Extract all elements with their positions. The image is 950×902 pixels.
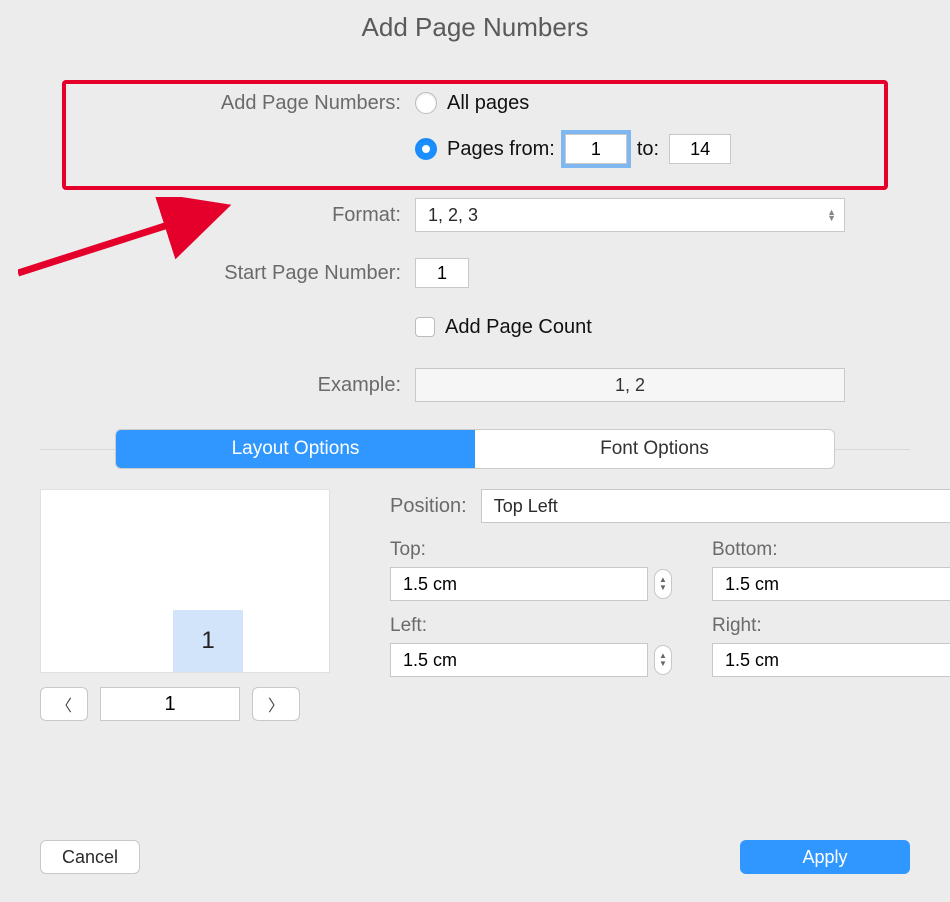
margin-left-input[interactable] xyxy=(390,643,648,677)
margin-top-input[interactable] xyxy=(390,567,648,601)
position-label: Position: xyxy=(390,495,467,518)
format-select[interactable]: 1, 2, 3 ▲▼ xyxy=(415,198,845,232)
position-select[interactable]: Top Left ▲▼ xyxy=(481,489,950,523)
divider xyxy=(835,449,910,450)
position-select-value: Top Left xyxy=(494,496,558,517)
chevron-left-icon: 〈 xyxy=(56,692,72,716)
start-number-label: Start Page Number: xyxy=(40,262,415,285)
pages-from-radio[interactable] xyxy=(415,138,437,160)
prev-page-button[interactable]: 〈 xyxy=(40,687,88,721)
margin-right-label: Right: xyxy=(712,615,950,637)
start-number-input[interactable] xyxy=(415,258,469,288)
margin-bottom-label: Bottom: xyxy=(712,539,950,561)
tab-layout-options[interactable]: Layout Options xyxy=(116,430,475,468)
example-display: 1, 2 xyxy=(415,368,845,402)
tab-font-options[interactable]: Font Options xyxy=(475,430,834,468)
add-page-numbers-label: Add Page Numbers: xyxy=(40,92,415,115)
next-page-button[interactable]: 〉 xyxy=(252,687,300,721)
margin-left-label: Left: xyxy=(390,615,672,637)
pages-from-input[interactable] xyxy=(565,134,627,164)
add-page-count-checkbox[interactable] xyxy=(415,317,435,337)
all-pages-radio-label: All pages xyxy=(447,92,529,115)
margin-bottom-input[interactable] xyxy=(712,567,950,601)
all-pages-radio[interactable] xyxy=(415,92,437,114)
pages-from-radio-label: Pages from: xyxy=(447,138,555,161)
format-label: Format: xyxy=(40,204,415,227)
margin-top-stepper[interactable]: ▲▼ xyxy=(654,569,672,599)
margin-right-input[interactable] xyxy=(712,643,950,677)
page-preview-number: 1 xyxy=(173,610,243,672)
pages-to-input[interactable] xyxy=(669,134,731,164)
margin-left-stepper[interactable]: ▲▼ xyxy=(654,645,672,675)
margin-top-label: Top: xyxy=(390,539,672,561)
example-label: Example: xyxy=(40,374,415,397)
cancel-button[interactable]: Cancel xyxy=(40,840,140,874)
dialog-title: Add Page Numbers xyxy=(0,0,950,67)
pages-to-label: to: xyxy=(637,138,659,161)
divider xyxy=(40,449,115,450)
chevron-right-icon: 〉 xyxy=(268,692,284,716)
apply-button[interactable]: Apply xyxy=(740,840,910,874)
chevron-up-down-icon: ▲▼ xyxy=(827,209,836,221)
add-page-count-label: Add Page Count xyxy=(445,316,592,339)
preview-page-input[interactable] xyxy=(100,687,240,721)
format-select-value: 1, 2, 3 xyxy=(428,205,478,226)
page-preview: 1 xyxy=(40,489,330,673)
